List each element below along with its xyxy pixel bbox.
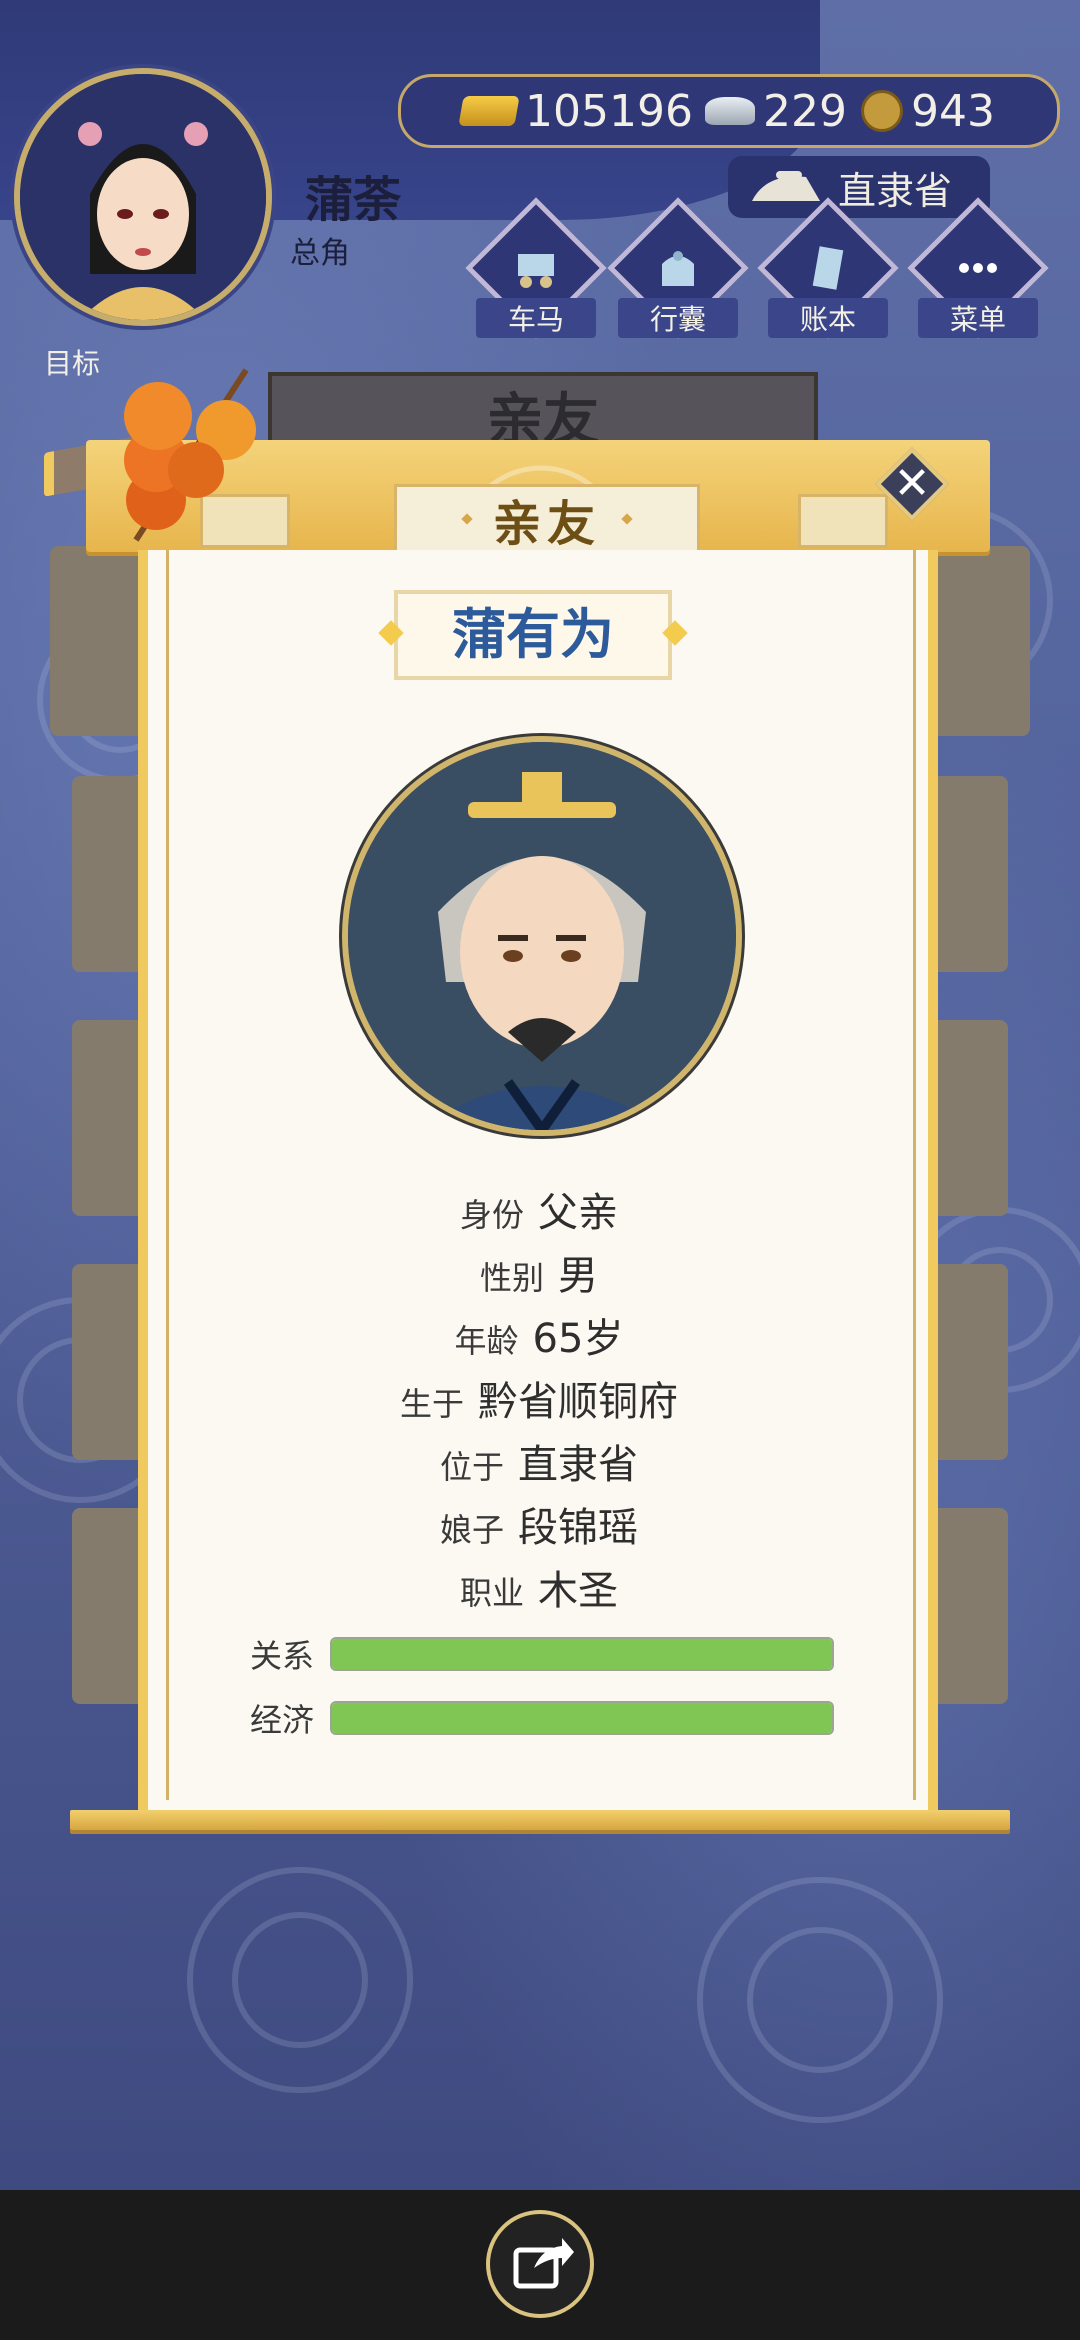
- bag-icon: [662, 251, 694, 286]
- economy-bar: 经济: [250, 1698, 850, 1739]
- gold-amount: 105196: [525, 85, 693, 137]
- relative-portrait: [342, 736, 742, 1136]
- relationship-bar: 关系: [250, 1634, 850, 1675]
- share-button[interactable]: [486, 2210, 594, 2318]
- relationship-bar-fill: [332, 1639, 832, 1669]
- player-avatar[interactable]: [14, 68, 272, 326]
- relative-info-list: 身份 父亲 性别男 年龄 65岁 生于 黔省顺铜府 位于 直隶省 娘子 段锦瑶 职业 木圣: [114, 1180, 964, 1621]
- close-icon: ✕: [893, 458, 931, 509]
- menu-bag-button[interactable]: 行囊: [607, 197, 749, 339]
- panel-title: 亲友: [394, 484, 700, 554]
- gold-ingot-icon: [458, 96, 520, 126]
- ledger-icon: [812, 246, 844, 290]
- close-button[interactable]: ✕: [874, 446, 950, 522]
- info-row: 性别男: [479, 1253, 598, 1299]
- copper-coin-icon: [860, 90, 903, 132]
- location-button[interactable]: 直隶省: [728, 156, 990, 218]
- silver-ingot-icon: [704, 97, 755, 125]
- info-row: 生于 黔省顺铜府: [399, 1379, 678, 1425]
- more-icon: [959, 263, 997, 273]
- iron-icon: [752, 171, 820, 201]
- menu-carriage-button[interactable]: 车马: [465, 197, 607, 339]
- info-row: 身份 父亲: [459, 1190, 618, 1236]
- player-name: 蒲荼: [305, 172, 402, 228]
- currency-bar: 105196 229 943: [398, 74, 1060, 148]
- relative-detail-panel: 亲友 ✕ 蒲有为 身份 父亲 性别男 年龄 65岁 生于 黔省顺铜府 位于 直隶省 娘子…: [70, 440, 1010, 1830]
- silver-amount: 229: [762, 85, 847, 137]
- relative-name: 蒲有为: [394, 590, 672, 680]
- menu-more-button[interactable]: 菜单: [907, 197, 1049, 339]
- share-icon: [513, 2238, 574, 2289]
- carriage-icon: [518, 254, 554, 288]
- economy-bar-fill: [332, 1703, 832, 1733]
- menu-ledger-button[interactable]: 账本: [757, 197, 899, 339]
- info-row: 职业 木圣: [459, 1568, 618, 1614]
- info-row: 年龄 65岁: [454, 1316, 624, 1362]
- tanghulu-ornament-icon: [124, 368, 256, 542]
- panel-bottom-rod: [70, 1810, 1010, 1830]
- player-role: 总角: [290, 236, 350, 271]
- coin-amount: 943: [910, 85, 995, 137]
- info-row: 娘子 段锦瑶: [439, 1505, 638, 1551]
- location-label: 直隶省: [838, 168, 953, 213]
- info-row: 位于 直隶省: [439, 1442, 638, 1488]
